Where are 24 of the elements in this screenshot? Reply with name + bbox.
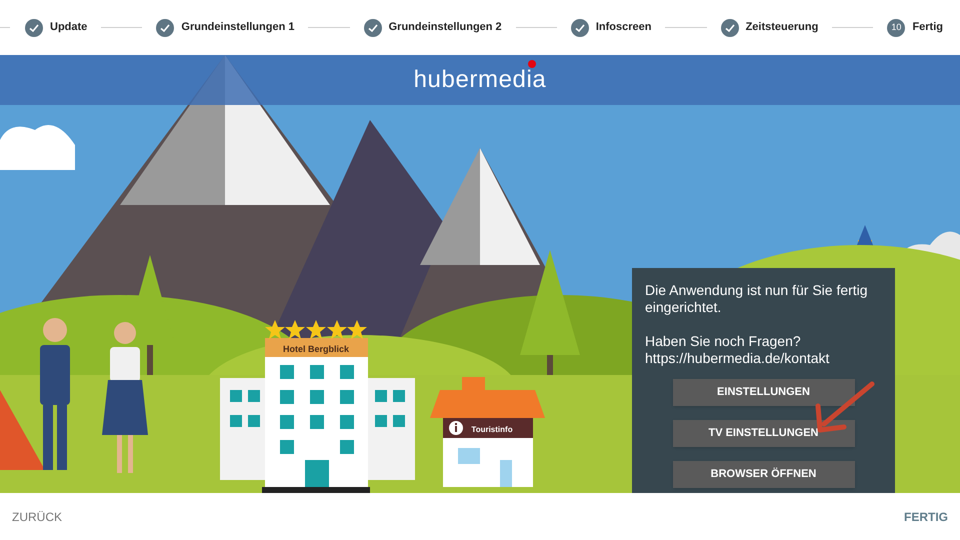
step-number: 10: [887, 18, 906, 36]
step-label: Grundeinstellungen 1: [181, 20, 294, 36]
contact-url: https://hubermedia.de/kontakt: [645, 350, 830, 367]
panel-button[interactable]: BROWSER ÖFFNEN: [672, 461, 854, 488]
step-label: Grundeinstellungen 2: [388, 20, 502, 36]
checkmark-circle-icon: [364, 18, 382, 36]
question-text: Haben Sie noch Fragen?: [645, 333, 802, 350]
checkmark-circle-icon: [720, 18, 739, 36]
checkmark-circle-icon: [570, 18, 589, 36]
message-text: Die Anwendung ist nun für Sie fertig eingerichtet.: [645, 282, 869, 316]
step-label: Update: [50, 20, 88, 36]
step-label: Zeitsteuerung: [746, 20, 818, 36]
hotel-sign-label: Hotel Bergblick: [283, 344, 349, 354]
step-label: Fertig: [912, 20, 943, 36]
checkmark-circle-icon: [156, 18, 174, 36]
info-sign-label: Touristinfo: [471, 425, 513, 434]
step-label: Infoscreen: [596, 20, 652, 36]
checkmark-circle-icon: [25, 18, 43, 36]
info-icon: [449, 421, 463, 435]
back-button[interactable]: ZURÜCK: [12, 508, 62, 526]
panel-button[interactable]: TV EINSTELLUNGEN: [672, 420, 854, 447]
panel-button[interactable]: EINSTELLUNGEN: [672, 379, 854, 406]
logo-text: hubermedia: [414, 66, 546, 93]
finish-button[interactable]: FERTIG: [904, 508, 948, 526]
